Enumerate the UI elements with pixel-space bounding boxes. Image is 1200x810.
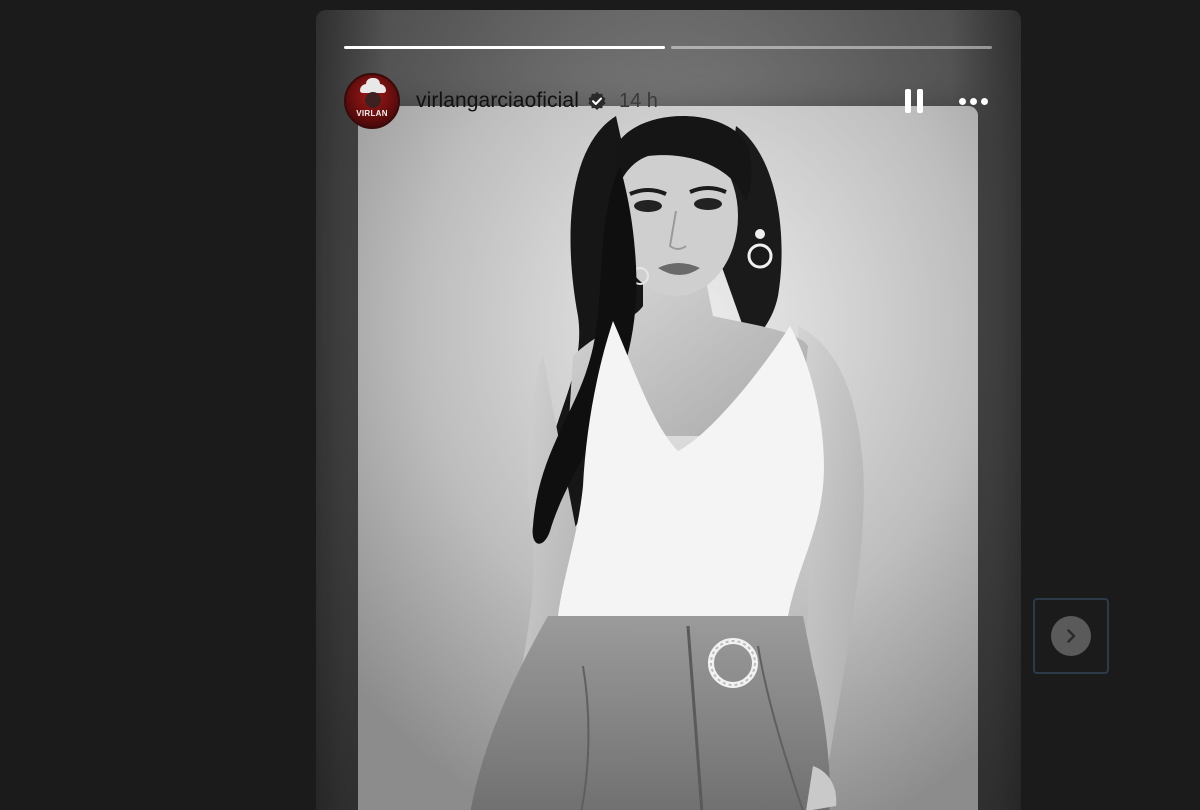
avatar[interactable]: VIRLAN [344, 73, 400, 129]
avatar-logo-text: VIRLAN [356, 109, 388, 118]
story-photo-image [358, 106, 978, 810]
username[interactable]: virlangarciaoficial [416, 89, 579, 113]
pause-icon[interactable] [903, 87, 925, 115]
story-progress-segment [671, 46, 992, 49]
verified-badge-icon [588, 92, 606, 110]
story-photo [358, 106, 978, 810]
story-progress [344, 46, 992, 49]
more-options-icon[interactable] [959, 97, 988, 105]
chevron-right-icon [1067, 629, 1076, 643]
more-dot [970, 97, 977, 105]
more-dot [981, 97, 988, 105]
pause-bar [905, 89, 911, 113]
next-story-button[interactable] [1033, 598, 1109, 674]
story-viewer: VIRLAN virlangarciaoficial 14 h [316, 10, 1021, 810]
story-header: VIRLAN virlangarciaoficial 14 h [344, 72, 992, 130]
story-time: 14 h [618, 89, 658, 112]
more-dot [959, 97, 966, 105]
next-button-circle [1051, 616, 1091, 656]
pause-bar [917, 89, 923, 113]
avatar-face-shape [365, 92, 381, 108]
story-progress-segment [344, 46, 665, 49]
story-progress-fill [344, 46, 665, 49]
